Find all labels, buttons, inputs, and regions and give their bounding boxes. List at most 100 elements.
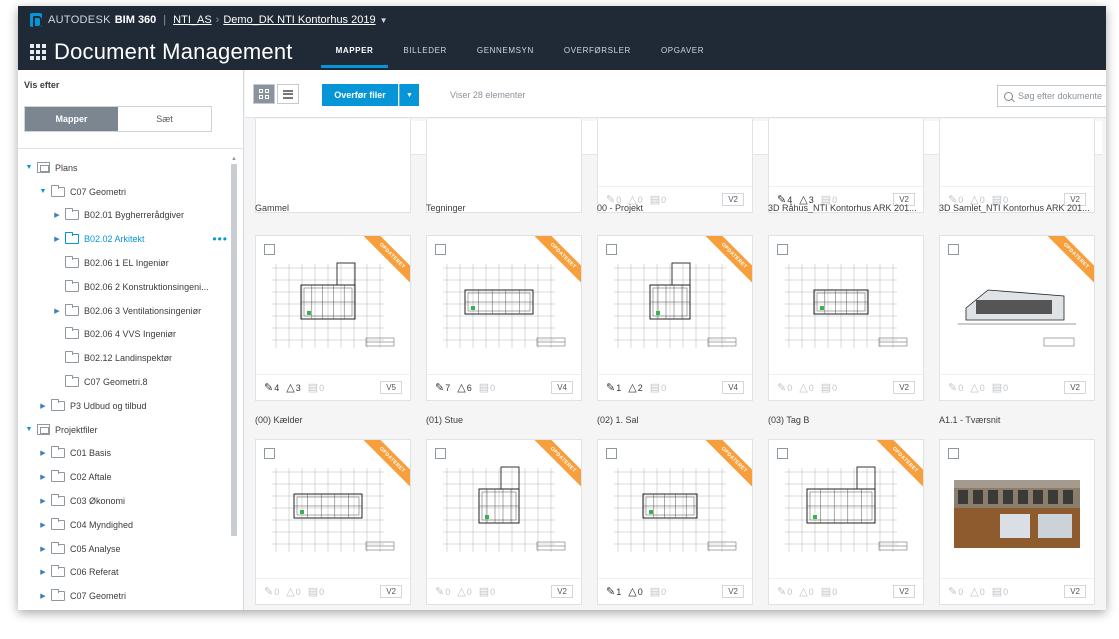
markups-count[interactable]: △ 6 xyxy=(457,381,471,394)
thumbnail[interactable] xyxy=(940,440,1094,578)
document-card[interactable]: OPDATERET ✎ 1 △ 2 ▤ 0 V4 xyxy=(597,235,753,401)
document-card[interactable]: OPDATERET ✎ 1 △ 0 ▤ 0 V2 xyxy=(597,439,753,605)
list-view-button[interactable] xyxy=(277,84,299,104)
tree-item[interactable]: ▶ C02 Aftale xyxy=(18,465,230,489)
scrollbar-thumb[interactable] xyxy=(231,164,237,536)
markups-count[interactable]: △ 3 xyxy=(286,381,300,394)
thumbnail[interactable]: OPDATERET xyxy=(427,236,581,374)
tree-item[interactable]: B02.12 Landinspektør xyxy=(18,346,230,370)
card-title[interactable]: 00 - Projekt xyxy=(597,203,755,213)
issues-count[interactable]: ✎ 0 xyxy=(948,585,963,598)
tree-item[interactable]: ▶ B02.06 3 Ventilationsingeniør xyxy=(18,299,230,323)
sidebar-scrollbar[interactable]: ▲ xyxy=(230,156,238,610)
issues-count[interactable]: ✎ 0 xyxy=(948,381,963,394)
tree-item[interactable]: ▶ C05 Analyse xyxy=(18,537,230,561)
issues-count[interactable]: ✎ 1 xyxy=(606,585,621,598)
version-badge[interactable]: V5 xyxy=(380,381,402,394)
tree-item[interactable]: ▶ C03 Økonomi xyxy=(18,489,230,513)
document-card[interactable]: ✎ 0 △ 0 ▤ 0 V2 xyxy=(939,119,1095,213)
markups-count[interactable]: △ 2 xyxy=(628,381,642,394)
markups-count[interactable]: △ 0 xyxy=(286,585,300,598)
app-switcher-icon[interactable] xyxy=(30,44,46,60)
version-badge[interactable]: V2 xyxy=(722,585,744,598)
photos-count[interactable]: ▤ 0 xyxy=(821,585,837,598)
markups-count[interactable]: △ 0 xyxy=(799,585,813,598)
select-checkbox[interactable] xyxy=(264,448,275,459)
tree-item[interactable]: ▶ P3 Udbud og tilbud xyxy=(18,394,230,418)
upload-files-button[interactable]: Overfør filer xyxy=(322,84,398,106)
toggle-mapper[interactable]: Mapper xyxy=(25,107,118,131)
thumbnail[interactable] xyxy=(769,119,923,186)
version-badge[interactable]: V2 xyxy=(893,381,915,394)
document-card[interactable]: ✎ 0 △ 0 ▤ 0 V2 xyxy=(939,439,1095,605)
expand-icon[interactable]: ▶ xyxy=(52,307,62,315)
upload-dropdown-icon[interactable]: ▼ xyxy=(399,84,419,106)
expand-icon[interactable]: ▶ xyxy=(38,521,48,529)
more-options-icon[interactable]: ••• xyxy=(212,232,228,246)
thumbnail[interactable]: OPDATERET xyxy=(256,236,410,374)
thumbnail[interactable]: OPDATERET xyxy=(598,236,752,374)
collapse-icon[interactable]: ▼ xyxy=(38,188,48,195)
photos-count[interactable]: ▤ 0 xyxy=(308,585,324,598)
tree-item[interactable]: B02.06 2 Konstruktionsingeni... xyxy=(18,275,230,299)
tree-item[interactable]: ▶ C07 Geometri xyxy=(18,584,230,608)
grid-view-button[interactable] xyxy=(253,84,275,104)
tree-item[interactable]: ▶ B02.02 Arkitekt ••• xyxy=(18,227,230,251)
select-checkbox[interactable] xyxy=(264,244,275,255)
select-checkbox[interactable] xyxy=(777,448,788,459)
card-title[interactable]: Tegninger xyxy=(426,203,584,213)
tree-item[interactable]: B02.06 4 VVS Ingeniør xyxy=(18,323,230,347)
card-title[interactable]: 3D Samlet_NTI Kontorhus ARK 201... xyxy=(939,203,1097,213)
card-title[interactable]: (02) 1. Sal xyxy=(597,415,755,425)
tab-overforsler[interactable]: OVERFØRSLER xyxy=(549,36,646,68)
card-title[interactable]: 3D Råhus_NTI Kontorhus ARK 201... xyxy=(768,203,926,213)
photos-count[interactable]: ▤ 0 xyxy=(479,381,495,394)
tab-billeder[interactable]: BILLEDER xyxy=(388,36,461,68)
document-card[interactable]: ✎ 0 △ 0 ▤ 0 V2 xyxy=(768,235,924,401)
card-title[interactable]: (01) Stue xyxy=(426,415,584,425)
expand-icon[interactable]: ▶ xyxy=(38,568,48,576)
version-badge[interactable]: V4 xyxy=(722,381,744,394)
toggle-saet[interactable]: Sæt xyxy=(118,107,211,131)
thumbnail[interactable]: OPDATERET xyxy=(256,440,410,578)
photos-count[interactable]: ▤ 0 xyxy=(992,381,1008,394)
document-card[interactable]: OPDATERET ✎ 0 △ 0 ▤ 0 V2 xyxy=(426,439,582,605)
select-checkbox[interactable] xyxy=(777,244,788,255)
photos-count[interactable]: ▤ 0 xyxy=(992,585,1008,598)
breadcrumb-account[interactable]: NTI_AS xyxy=(173,14,212,26)
thumbnail[interactable] xyxy=(769,236,923,374)
collapse-icon[interactable]: ▼ xyxy=(24,164,34,171)
expand-icon[interactable]: ▶ xyxy=(38,402,48,410)
card-title[interactable]: Gammel xyxy=(255,203,413,213)
tree-item[interactable]: ▶ C01 Basis xyxy=(18,442,230,466)
document-card[interactable]: ✎ 4 △ 3 ▤ 0 V2 xyxy=(768,119,924,213)
tree-item[interactable]: ▼ Plans xyxy=(18,156,230,180)
card-title[interactable]: (00) Kælder xyxy=(255,415,413,425)
expand-icon[interactable]: ▶ xyxy=(52,235,62,243)
tab-opgaver[interactable]: OPGAVER xyxy=(646,36,719,68)
version-badge[interactable]: V4 xyxy=(551,381,573,394)
document-card[interactable]: OPDATERET ✎ 4 △ 3 ▤ 0 V5 xyxy=(255,235,411,401)
tree-item[interactable]: ▶ C06 Referat xyxy=(18,561,230,585)
document-card[interactable]: ✎ 0 △ 0 ▤ 0 V2 xyxy=(597,119,753,213)
photos-count[interactable]: ▤ 0 xyxy=(821,381,837,394)
tree-item[interactable]: ▶C08 Teknisk specifikation xyxy=(18,608,230,610)
scroll-up-icon[interactable]: ▲ xyxy=(231,156,237,162)
markups-count[interactable]: △ 0 xyxy=(799,381,813,394)
photos-count[interactable]: ▤ 0 xyxy=(650,585,666,598)
document-card[interactable]: OPDATERET ✎ 0 △ 0 ▤ 0 V2 xyxy=(939,235,1095,401)
select-checkbox[interactable] xyxy=(606,244,617,255)
document-card[interactable]: OPDATERET ✎ 0 △ 0 ▤ 0 V2 xyxy=(768,439,924,605)
tree-item[interactable]: B02.06 1 EL Ingeniør xyxy=(18,251,230,275)
select-checkbox[interactable] xyxy=(948,244,959,255)
thumbnail[interactable]: OPDATERET xyxy=(427,440,581,578)
expand-icon[interactable]: ▶ xyxy=(38,497,48,505)
issues-count[interactable]: ✎ 0 xyxy=(264,585,279,598)
folder-card[interactable] xyxy=(255,119,411,213)
tree-item[interactable]: ▼ C07 Geometri xyxy=(18,180,230,204)
issues-count[interactable]: ✎ 4 xyxy=(264,381,279,394)
document-card[interactable]: OPDATERET ✎ 0 △ 0 ▤ 0 V2 xyxy=(255,439,411,605)
markups-count[interactable]: △ 0 xyxy=(970,585,984,598)
select-checkbox[interactable] xyxy=(435,448,446,459)
select-checkbox[interactable] xyxy=(948,448,959,459)
